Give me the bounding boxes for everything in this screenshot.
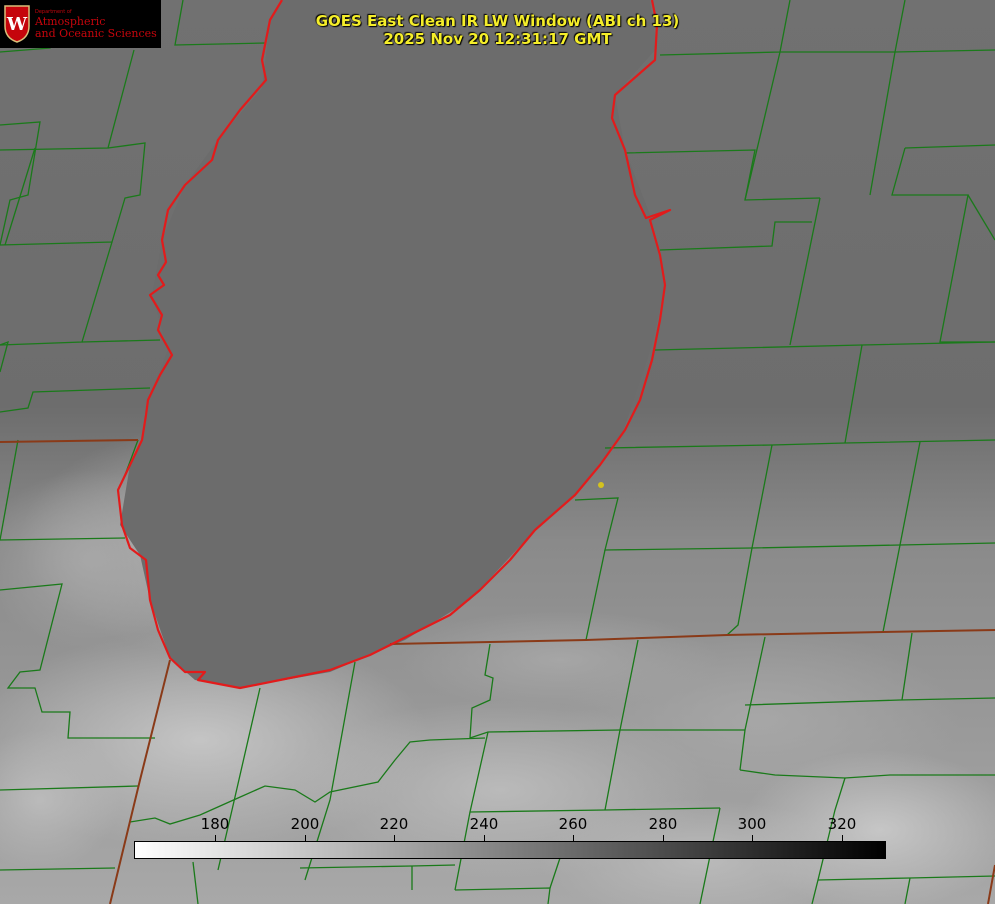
image-timestamp: 2025 Nov 20 12:31:17 GMT (383, 30, 612, 48)
colorbar-tick-label: 280 (648, 815, 678, 833)
colorbar-tick-label: 320 (827, 815, 857, 833)
image-title: GOES East Clean IR LW Window (ABI ch 13) (315, 12, 680, 30)
colorbar-tick-mark (484, 835, 485, 841)
colorbar-tick-mark (305, 835, 306, 841)
colorbar-tick-label: 220 (379, 815, 409, 833)
colorbar-tick-label: 260 (558, 815, 588, 833)
colorbar-tick-mark (573, 835, 574, 841)
colorbar-tick-label: 200 (290, 815, 320, 833)
colorbar-tick-label: 240 (469, 815, 499, 833)
colorbar-tick-mark (215, 835, 216, 841)
colorbar-tick-mark (394, 835, 395, 841)
colorbar-tick-label: 300 (737, 815, 767, 833)
colorbar-tick-mark (842, 835, 843, 841)
colorbar-tick-label: 180 (200, 815, 230, 833)
colorbar-tick-mark (663, 835, 664, 841)
station-marker (598, 482, 604, 488)
satellite-map (0, 0, 995, 904)
colorbar (134, 841, 886, 859)
colorbar-tick-mark (752, 835, 753, 841)
